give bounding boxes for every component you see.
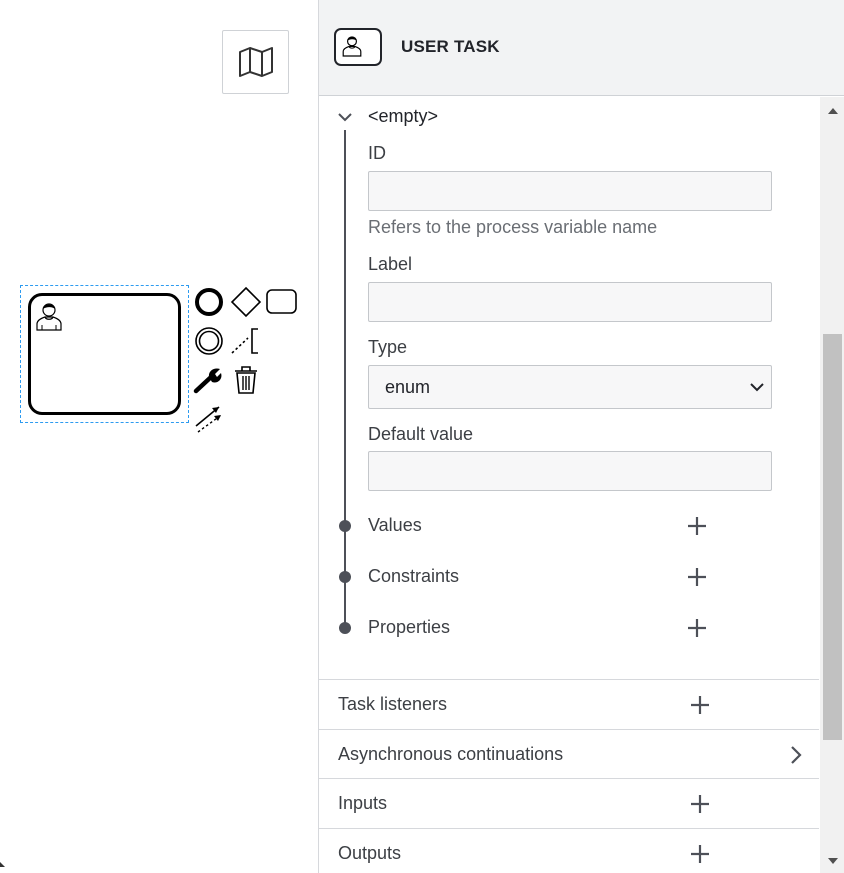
- label-input[interactable]: [368, 282, 772, 322]
- type-select-value: enum: [385, 377, 431, 397]
- add-property-plus-icon[interactable]: [686, 617, 708, 639]
- chevron-down-icon[interactable]: [337, 109, 353, 125]
- group-label: Outputs: [338, 843, 402, 863]
- scroll-up-arrow-icon[interactable]: [828, 108, 838, 114]
- group-outputs[interactable]: Outputs: [319, 828, 819, 873]
- text-annotation-icon[interactable]: [230, 326, 262, 356]
- scroll-down-arrow-icon[interactable]: [828, 858, 838, 864]
- properties-panel: USER TASK <empty> ID Refers to the proce…: [318, 0, 844, 873]
- map-icon: [238, 47, 273, 77]
- element-type-title: USER TASK: [401, 37, 500, 56]
- timeline-dot: [339, 520, 351, 532]
- type-select[interactable]: enum: [368, 365, 772, 409]
- plus-icon[interactable]: [689, 843, 711, 865]
- form-field-title[interactable]: <empty>: [368, 106, 438, 127]
- trash-icon[interactable]: [232, 365, 260, 395]
- id-input[interactable]: [368, 171, 772, 211]
- type-label: Type: [368, 337, 408, 357]
- user-task-icon: [36, 303, 62, 331]
- id-label: ID: [368, 143, 386, 163]
- connect-icon[interactable]: [193, 402, 225, 434]
- panel-header: USER TASK: [319, 0, 844, 96]
- label-label: Label: [368, 254, 413, 274]
- group-label: Task listeners: [338, 694, 448, 714]
- panel-scrollbar[interactable]: [820, 97, 844, 873]
- chevron-right-icon[interactable]: [789, 745, 803, 765]
- group-label: Inputs: [338, 793, 388, 813]
- end-event-icon[interactable]: [194, 287, 224, 317]
- task-icon[interactable]: [266, 289, 297, 315]
- add-value-plus-icon[interactable]: [686, 515, 708, 537]
- values-label[interactable]: Values: [368, 515, 422, 536]
- intermediate-event-icon[interactable]: [194, 326, 224, 356]
- id-hint: Refers to the process variable name: [368, 217, 658, 237]
- cursor-marker: [0, 862, 5, 867]
- diagram-canvas[interactable]: [0, 0, 318, 873]
- plus-icon[interactable]: [689, 694, 711, 716]
- user-task-shape[interactable]: [28, 293, 181, 415]
- timeline-line: [344, 130, 346, 628]
- timeline-dot: [339, 571, 351, 583]
- plus-icon[interactable]: [689, 793, 711, 815]
- properties-label[interactable]: Properties: [368, 617, 450, 638]
- default-value-label: Default value: [368, 424, 474, 444]
- timeline-dot: [339, 622, 351, 634]
- add-constraint-plus-icon[interactable]: [686, 566, 708, 588]
- group-asynchronous-continuations[interactable]: Asynchronous continuations: [319, 729, 819, 779]
- group-inputs[interactable]: Inputs: [319, 778, 819, 828]
- scroll-thumb[interactable]: [823, 334, 842, 740]
- constraints-label[interactable]: Constraints: [368, 566, 459, 587]
- minimap-toggle-button[interactable]: [222, 30, 289, 94]
- group-label: Asynchronous continuations: [338, 744, 564, 764]
- gateway-icon[interactable]: [230, 286, 262, 318]
- user-task-icon: [334, 28, 382, 66]
- group-task-listeners[interactable]: Task listeners: [319, 679, 819, 729]
- chevron-down-icon: [750, 383, 764, 392]
- wrench-icon[interactable]: [193, 365, 225, 395]
- default-value-input[interactable]: [368, 451, 772, 491]
